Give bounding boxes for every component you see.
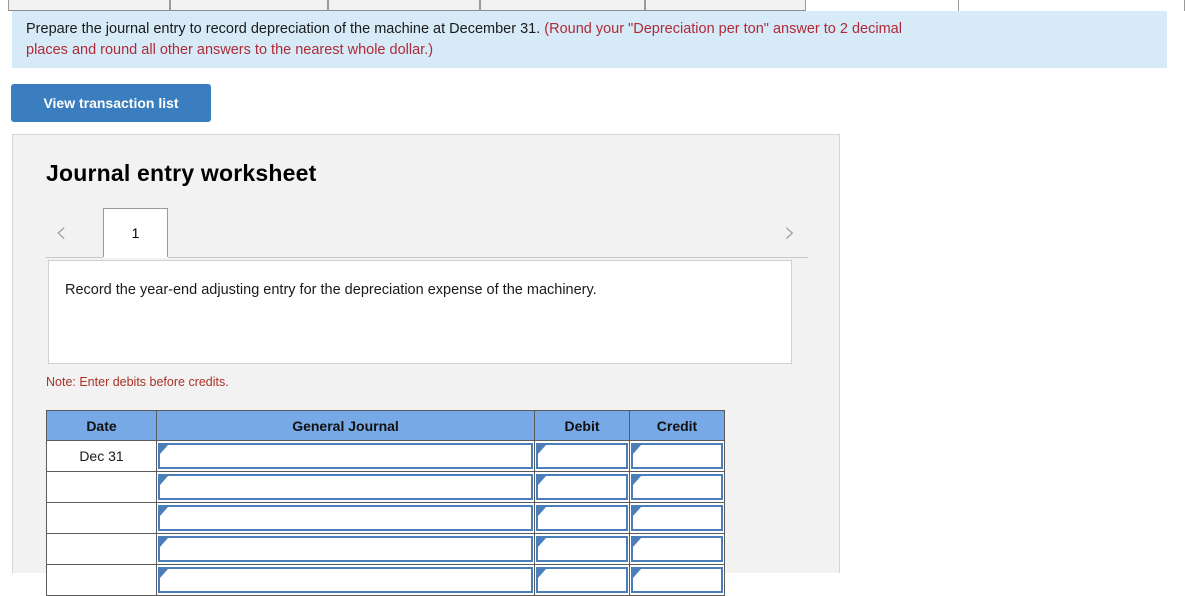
instruction-hint-part1: (Round your "Depreciation per ton" answe…: [544, 21, 902, 37]
dropdown-triangle-icon: [633, 538, 641, 547]
debit-cell[interactable]: [534, 564, 630, 596]
general-journal-input[interactable]: [158, 443, 533, 469]
worksheet-pager: ‹ 1 ›: [46, 208, 808, 258]
general-journal-cell[interactable]: [156, 440, 535, 472]
debit-cell[interactable]: [534, 471, 630, 503]
debit-cell[interactable]: [534, 440, 630, 472]
worksheet-title: Journal entry worksheet: [46, 160, 317, 186]
instruction-hint-part2: places and round all other answers to th…: [26, 42, 434, 58]
dropdown-triangle-icon: [160, 476, 168, 485]
top-tab-strip: [0, 0, 1185, 11]
journal-entry-table: Date General Journal Debit Credit Dec 31: [46, 410, 725, 596]
tab-stub-3[interactable]: [328, 0, 480, 11]
date-cell: [46, 564, 157, 596]
table-row: [46, 471, 725, 503]
table-row: [46, 564, 725, 596]
general-journal-cell[interactable]: [156, 533, 535, 565]
debit-input[interactable]: [536, 567, 628, 593]
tab-stub-5[interactable]: [645, 0, 806, 11]
view-transaction-list-button[interactable]: View transaction list: [11, 84, 211, 122]
column-header-general-journal: General Journal: [156, 410, 535, 441]
dropdown-triangle-icon: [633, 445, 641, 454]
date-cell: [46, 533, 157, 565]
general-journal-cell[interactable]: [156, 564, 535, 596]
dropdown-triangle-icon: [633, 476, 641, 485]
chevron-left-icon[interactable]: ‹: [46, 214, 76, 252]
dropdown-triangle-icon: [160, 569, 168, 578]
column-header-credit: Credit: [629, 410, 725, 441]
date-cell: [46, 471, 157, 503]
dropdown-triangle-icon: [538, 569, 546, 578]
debits-before-credits-note: Note: Enter debits before credits.: [46, 375, 229, 389]
tab-stub-1[interactable]: [8, 0, 170, 11]
tab-stub-4[interactable]: [480, 0, 645, 11]
general-journal-cell[interactable]: [156, 502, 535, 534]
credit-input[interactable]: [631, 505, 723, 531]
instruction-line-1: Prepare the journal entry to record depr…: [26, 19, 1153, 40]
table-header-row: Date General Journal Debit Credit: [46, 410, 725, 441]
credit-cell[interactable]: [629, 440, 725, 472]
instruction-banner: Prepare the journal entry to record depr…: [12, 11, 1167, 68]
dropdown-triangle-icon: [538, 445, 546, 454]
pager-underline-gap: [103, 257, 168, 258]
dropdown-triangle-icon: [538, 538, 546, 547]
debit-cell[interactable]: [534, 533, 630, 565]
dropdown-triangle-icon: [538, 476, 546, 485]
entry-description-box: Record the year-end adjusting entry for …: [48, 260, 792, 364]
credit-cell[interactable]: [629, 471, 725, 503]
general-journal-input[interactable]: [158, 505, 533, 531]
dropdown-triangle-icon: [633, 507, 641, 516]
credit-input[interactable]: [631, 443, 723, 469]
credit-input[interactable]: [631, 474, 723, 500]
instruction-main-text: Prepare the journal entry to record depr…: [26, 21, 545, 37]
column-header-date: Date: [46, 410, 157, 441]
dropdown-triangle-icon: [160, 445, 168, 454]
debit-cell[interactable]: [534, 502, 630, 534]
column-header-debit: Debit: [534, 410, 630, 441]
dropdown-triangle-icon: [160, 538, 168, 547]
table-row: [46, 533, 725, 565]
debit-input[interactable]: [536, 505, 628, 531]
dropdown-triangle-icon: [160, 507, 168, 516]
journal-entry-worksheet-panel: Journal entry worksheet ‹ 1 › Record the…: [12, 134, 840, 596]
tab-stub-2[interactable]: [170, 0, 328, 11]
debit-input[interactable]: [536, 443, 628, 469]
general-journal-input[interactable]: [158, 474, 533, 500]
credit-cell[interactable]: [629, 533, 725, 565]
table-row: Dec 31: [46, 440, 725, 472]
general-journal-cell[interactable]: [156, 471, 535, 503]
credit-cell[interactable]: [629, 502, 725, 534]
credit-input[interactable]: [631, 567, 723, 593]
dropdown-triangle-icon: [538, 507, 546, 516]
date-cell: Dec 31: [46, 440, 157, 472]
page-tab-1[interactable]: 1: [103, 208, 168, 258]
general-journal-input[interactable]: [158, 567, 533, 593]
credit-cell[interactable]: [629, 564, 725, 596]
debit-input[interactable]: [536, 474, 628, 500]
credit-input[interactable]: [631, 536, 723, 562]
dropdown-triangle-icon: [633, 569, 641, 578]
general-journal-input[interactable]: [158, 536, 533, 562]
date-cell: [46, 502, 157, 534]
tab-stub-6[interactable]: [958, 0, 1185, 11]
debit-input[interactable]: [536, 536, 628, 562]
table-row: [46, 502, 725, 534]
chevron-right-icon[interactable]: ›: [775, 214, 805, 252]
